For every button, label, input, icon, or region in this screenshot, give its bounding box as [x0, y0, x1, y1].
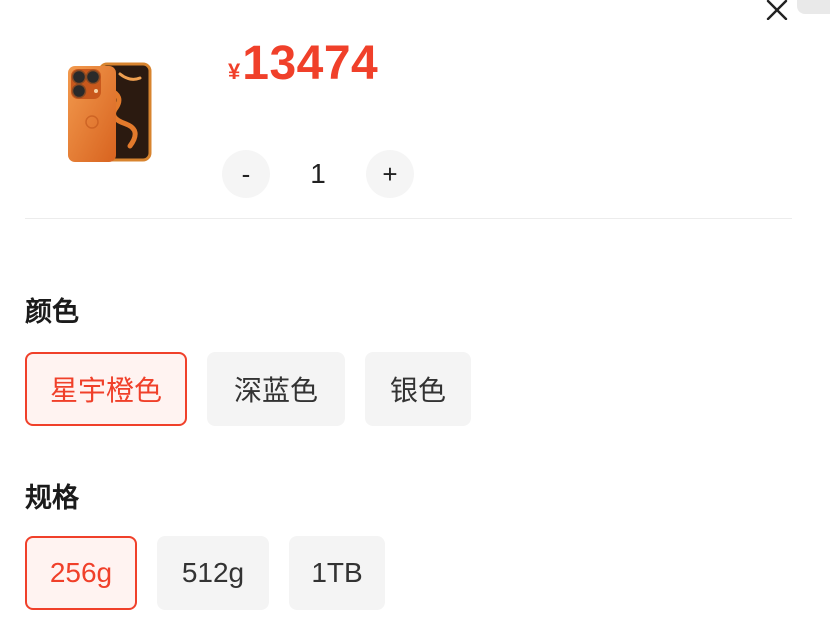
color-options: 星宇橙色 深蓝色 银色: [25, 352, 491, 426]
spec-option-512g[interactable]: 512g: [157, 536, 269, 610]
spec-option-1tb[interactable]: 1TB: [289, 536, 385, 610]
color-option-deep-blue[interactable]: 深蓝色: [207, 352, 345, 426]
color-option-orange[interactable]: 星宇橙色: [25, 352, 187, 426]
price-amount: 13474: [242, 37, 379, 90]
color-section-title: 颜色: [25, 297, 79, 328]
phone-image: [68, 62, 152, 162]
quantity-stepper: - 1 +: [222, 150, 414, 198]
spec-option-label: 512g: [181, 557, 245, 588]
spec-options: 256g 512g 1TB: [25, 536, 405, 610]
spec-option-label: 1TB: [311, 557, 363, 588]
color-option-silver[interactable]: 银色: [365, 352, 471, 426]
decrement-button[interactable]: -: [222, 150, 270, 198]
currency-symbol: ¥: [228, 59, 241, 84]
increment-button[interactable]: +: [366, 150, 414, 198]
spec-option-label: 256g: [49, 557, 113, 588]
price: ¥ 13474: [228, 36, 378, 91]
quantity-value: 1: [310, 158, 326, 189]
spec-section-title: 规格: [25, 483, 79, 514]
spec-option-256g[interactable]: 256g: [25, 536, 137, 610]
divider: [25, 218, 792, 219]
product-thumbnail[interactable]: [58, 52, 162, 172]
close-button[interactable]: [760, 0, 794, 24]
corner-tab: [797, 0, 830, 14]
close-icon: [766, 0, 788, 20]
